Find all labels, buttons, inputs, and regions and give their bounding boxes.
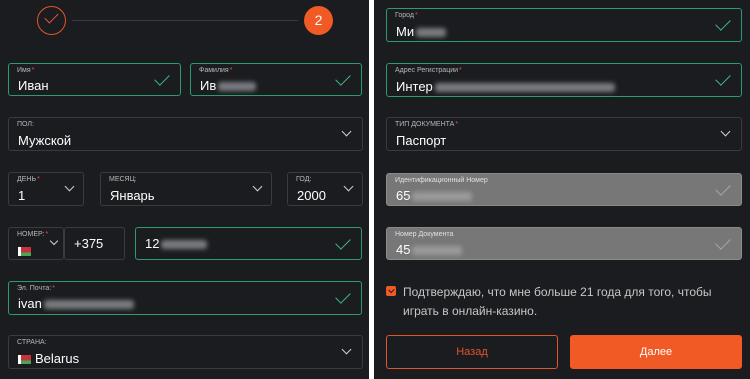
age-consent-text: Подтверждаю, что мне больше 21 года для … bbox=[403, 285, 712, 318]
checkmark-icon bbox=[44, 9, 59, 24]
email-input[interactable]: Эл. Почта:* ivan bbox=[8, 281, 362, 315]
document-type-select[interactable]: ТИП ДОКУМЕНТА* Паспорт bbox=[386, 117, 742, 151]
city-value: Ми bbox=[396, 24, 415, 39]
redacted-text bbox=[43, 300, 134, 310]
address-label: Адрес Регистрации bbox=[395, 67, 459, 74]
first-name-label: Имя bbox=[17, 67, 31, 74]
chevron-down-icon bbox=[343, 181, 354, 192]
country-select[interactable]: СТРАНА: Belarus bbox=[8, 335, 363, 369]
phone-prefix: +375 bbox=[64, 227, 125, 260]
step-1-completed-icon bbox=[37, 6, 66, 35]
year-select[interactable]: ГОД: 2000 bbox=[287, 172, 363, 206]
email-value: ivan bbox=[18, 296, 42, 311]
year-label: ГОД: bbox=[296, 176, 312, 183]
chevron-down-icon bbox=[341, 344, 352, 355]
address-value: Интер bbox=[396, 79, 433, 94]
phone-number-value: 12 bbox=[145, 236, 160, 251]
country-label: СТРАНА: bbox=[17, 339, 47, 346]
chevron-down-icon bbox=[341, 126, 352, 137]
valid-check-icon bbox=[335, 233, 351, 250]
city-label: Город bbox=[395, 12, 414, 19]
valid-check-icon bbox=[335, 69, 351, 86]
redacted-text bbox=[218, 82, 257, 92]
document-number-input[interactable]: Номер Документа 45 bbox=[386, 227, 742, 260]
id-number-input[interactable]: Идентификационный Номер 65 bbox=[386, 173, 742, 206]
phone-number-input[interactable]: 12 bbox=[135, 227, 362, 260]
day-select[interactable]: ДЕНЬ* 1 bbox=[8, 172, 84, 206]
valid-check-icon bbox=[335, 288, 351, 304]
document-type-label: ТИП ДОКУМЕНТА bbox=[395, 121, 455, 128]
year-value: 2000 bbox=[297, 188, 326, 203]
phone-label: НОМЕР: bbox=[17, 231, 45, 238]
back-button[interactable]: Назад bbox=[386, 335, 558, 369]
last-name-field[interactable]: Фамилия* Ив bbox=[190, 63, 362, 96]
redacted-text bbox=[434, 83, 615, 93]
valid-check-icon bbox=[715, 70, 731, 86]
belarus-flag-icon bbox=[18, 355, 31, 365]
gender-select[interactable]: ПОЛ: Мужской bbox=[8, 117, 363, 151]
valid-check-icon bbox=[154, 69, 170, 86]
redacted-text bbox=[412, 192, 473, 202]
phone-prefix-value: +375 bbox=[74, 236, 104, 251]
chevron-down-icon bbox=[64, 181, 75, 192]
month-select[interactable]: МЕСЯЦ: Январь bbox=[100, 172, 272, 206]
redacted-text bbox=[416, 28, 447, 38]
age-consent-checkbox[interactable] bbox=[386, 286, 396, 296]
id-number-label: Идентификационный Номер bbox=[395, 177, 488, 184]
step-2-indicator: 2 bbox=[304, 6, 333, 35]
personal-details-panel: 2 Имя* Иван Фамилия* Ив ПОЛ: Мужской ДЕН… bbox=[0, 0, 369, 379]
chevron-down-icon bbox=[252, 181, 263, 192]
document-number-label: Номер Документа bbox=[395, 231, 454, 238]
document-type-value: Паспорт bbox=[396, 133, 447, 148]
last-name-label: Фамилия bbox=[199, 67, 229, 74]
last-name-value: Ив bbox=[200, 78, 217, 93]
document-number-value: 45 bbox=[396, 242, 411, 257]
email-label: Эл. Почта: bbox=[17, 285, 52, 292]
chevron-down-icon bbox=[49, 236, 59, 245]
city-input[interactable]: Город* Ми bbox=[386, 8, 742, 42]
first-name-field[interactable]: Имя* Иван bbox=[8, 63, 181, 96]
valid-check-icon bbox=[715, 233, 731, 250]
id-number-value: 65 bbox=[396, 188, 411, 203]
address-input[interactable]: Адрес Регистрации* Интер bbox=[386, 63, 742, 97]
chevron-down-icon bbox=[720, 126, 731, 137]
day-value: 1 bbox=[18, 188, 26, 203]
redacted-text bbox=[412, 246, 463, 256]
valid-check-icon bbox=[715, 15, 731, 31]
next-button[interactable]: Далее bbox=[570, 335, 742, 369]
first-name-value: Иван bbox=[18, 78, 49, 93]
redacted-text bbox=[161, 240, 208, 250]
stepper-line bbox=[72, 20, 298, 21]
day-label: ДЕНЬ bbox=[17, 176, 37, 183]
valid-check-icon bbox=[715, 179, 731, 196]
gender-value: Мужской bbox=[18, 133, 72, 148]
gender-label: ПОЛ: bbox=[17, 121, 34, 128]
country-value: Belarus bbox=[35, 351, 80, 366]
month-value: Январь bbox=[110, 188, 155, 203]
month-label: МЕСЯЦ: bbox=[109, 176, 137, 183]
belarus-flag-icon bbox=[18, 247, 31, 257]
phone-country-select[interactable]: НОМЕР:* bbox=[8, 227, 64, 260]
